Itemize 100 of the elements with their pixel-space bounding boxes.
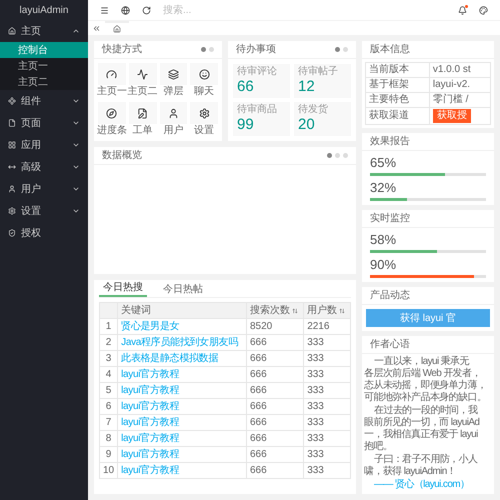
home-icon [8, 27, 16, 35]
table-cell: 8520 [246, 318, 304, 334]
text-line: 啸，获得 layuiAdmin！ [364, 466, 456, 478]
caret-icon [72, 207, 80, 215]
grid-icon [8, 141, 16, 149]
user-icon [168, 108, 179, 118]
todo-label: 待审帖子 [298, 66, 339, 78]
todo-tile[interactable]: 待审帖子 12 [294, 64, 351, 98]
file-icon [8, 119, 16, 127]
keyword-link[interactable]: layui官方教程 [118, 462, 246, 478]
todo-label: 待审商品 [237, 104, 278, 116]
arrows-icon [8, 163, 16, 171]
header-cell[interactable]: 搜索次数 [246, 302, 304, 318]
shortcut-tile[interactable] [128, 63, 156, 85]
keyword-link[interactable]: layui官方教程 [118, 446, 246, 462]
shortcut-tile[interactable] [98, 102, 126, 124]
shortcut-tile[interactable] [98, 63, 126, 85]
table-cell: 666 [246, 446, 304, 462]
card-title: 作者心语 [370, 340, 410, 350]
card-title: 待办事项 [236, 44, 276, 54]
get-license-button[interactable]: 获取授 [432, 109, 471, 123]
keyword-link[interactable]: 此表格是静态模拟数据 [118, 350, 246, 366]
sort-icon [292, 308, 298, 314]
caret-icon [72, 185, 80, 193]
shortcut-tile[interactable] [190, 102, 218, 124]
nav-item[interactable]: 组件 [0, 90, 88, 112]
keyword-link[interactable]: layui官方教程 [118, 382, 246, 398]
tab[interactable]: 今日热帖 [159, 282, 207, 297]
table-cell: 零门槛 / [429, 92, 490, 108]
card-title: 版本信息 [370, 44, 410, 54]
collapse-icon[interactable] [92, 24, 101, 32]
table-cell: 666 [246, 382, 304, 398]
shortcut-tile[interactable] [160, 63, 188, 85]
todo-label: 待发货 [298, 104, 329, 116]
percent-reading: 58% [370, 232, 398, 248]
table-cell: 10 [100, 462, 118, 478]
keyword-link[interactable]: layui官方教程 [118, 398, 246, 414]
shield-icon [8, 229, 16, 237]
bell-icon[interactable] [458, 6, 467, 14]
nav-subitem[interactable]: 主页一 [0, 58, 88, 74]
shortcut-label: 弹层 [163, 85, 184, 99]
menu-icon[interactable] [100, 6, 109, 14]
nav-item[interactable]: 授权 [0, 222, 88, 244]
table-cell: 主要特色 [366, 92, 430, 108]
text-line: 各层次前后端 Web 开发者， [364, 368, 481, 380]
nav-item[interactable]: 应用 [0, 134, 88, 156]
todo-tile[interactable]: 待审商品 99 [233, 102, 290, 136]
sort-icon [339, 308, 346, 314]
caret-icon [72, 97, 80, 105]
shortcut-tile[interactable] [190, 63, 218, 85]
palette-icon[interactable] [479, 6, 488, 14]
shortcut-tile[interactable] [160, 102, 188, 124]
card-title: 快捷方式 [102, 44, 142, 54]
table-cell: 9 [100, 446, 118, 462]
nav-item[interactable]: 用户 [0, 178, 88, 200]
layers-icon [168, 68, 179, 80]
shortcut-label: 主页一 [96, 85, 127, 99]
table-cell: 333 [304, 350, 350, 366]
keyword-link[interactable]: Java程序员能找到女朋友吗 [118, 334, 246, 350]
table-cell: 2216 [304, 318, 350, 334]
keyword-link[interactable]: layui官方教程 [118, 414, 246, 430]
caret-icon [72, 27, 80, 35]
nav-item[interactable]: 主页 [0, 20, 88, 42]
tab[interactable]: 今日热搜 [99, 280, 147, 297]
table-cell: 333 [304, 334, 350, 350]
percent-reading: 65% [370, 155, 398, 171]
table-cell: 6 [100, 398, 118, 414]
table-cell: 333 [304, 398, 350, 414]
shortcut-tile[interactable] [128, 102, 156, 124]
nav-item[interactable]: 页面 [0, 112, 88, 134]
caret-icon [72, 163, 80, 171]
settings-icon [198, 108, 210, 118]
todo-tile[interactable]: 待审评论 66 [233, 64, 290, 98]
text-line: 态从未动摇，即便身单力薄， [364, 380, 486, 392]
text-line: 一直以来，layui 秉承无 [374, 356, 469, 368]
search-field[interactable]: 搜索... [163, 2, 243, 18]
nav-item[interactable]: 设置 [0, 200, 88, 222]
globe-icon[interactable] [121, 6, 130, 14]
table-cell: 666 [246, 430, 304, 446]
refresh-icon[interactable] [142, 6, 151, 14]
table-cell: 1 [100, 318, 118, 334]
settings-icon [8, 207, 16, 215]
todo-count: 99 [237, 116, 255, 134]
keyword-link[interactable]: layui官方教程 [118, 366, 246, 382]
table-cell: 333 [304, 366, 350, 382]
nav-subitem[interactable]: 控制台 [0, 42, 88, 58]
shortcut-label: 主页二 [128, 85, 158, 99]
header-cell[interactable]: 用户数 [304, 302, 350, 318]
nav-item[interactable]: 高级 [0, 156, 88, 178]
table-cell: 666 [246, 334, 304, 350]
shortcut-label: 聊天 [194, 85, 214, 99]
todo-count: 12 [298, 78, 316, 96]
keyword-link[interactable]: layui官方教程 [118, 430, 246, 446]
card-title: 效果报告 [370, 136, 410, 146]
nav-subitem[interactable]: 主页二 [0, 74, 88, 90]
app-title: layuiAdmin [20, 4, 68, 18]
home-tab[interactable] [105, 21, 129, 35]
todo-tile[interactable]: 待发货 20 [294, 102, 351, 136]
keyword-link[interactable]: 贤心是男是女 [118, 318, 246, 334]
banner[interactable]: 获得 layui 官 [366, 309, 490, 327]
